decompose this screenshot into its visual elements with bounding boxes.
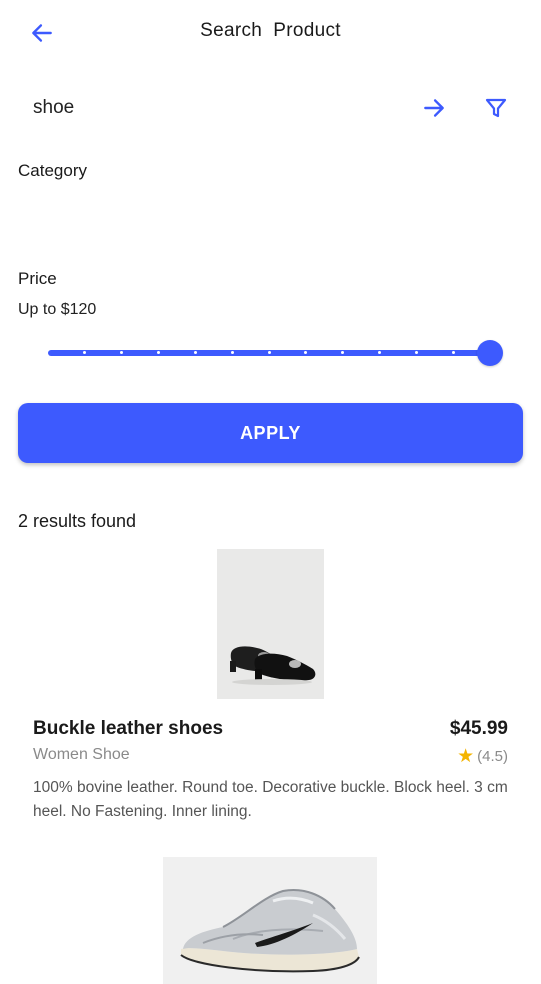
app-header: Search Product [0,0,541,66]
star-icon: ★ [457,746,475,767]
slider-tick [157,351,160,354]
filter-button[interactable] [480,92,512,124]
price-label: Price [18,269,57,288]
slider-thumb[interactable] [477,340,503,366]
slider-tick [378,351,381,354]
product-image[interactable] [217,549,324,699]
product-category: Women Shoe [33,746,130,763]
apply-button[interactable]: APPLY [18,403,523,463]
product-rating: ★ (4.5) [457,745,508,768]
product-name[interactable]: Buckle leather shoes [33,718,223,740]
search-bar [18,86,523,130]
arrow-right-icon [424,99,444,117]
slider-tick [267,351,271,354]
rating-value: (4.5) [477,748,508,765]
slider-tick [193,351,197,354]
product-description: 100% bovine leather. Round toe. Decorati… [33,779,508,820]
category-label: Category [18,161,87,180]
price-value-text: Up to $120 [18,301,97,318]
search-input[interactable] [18,86,413,130]
page-title: Search Product [200,20,341,41]
price-slider[interactable] [38,336,512,370]
slider-tick [451,351,455,354]
product-price: $45.99 [449,718,508,739]
filter-icon [485,98,507,118]
product-image[interactable] [163,857,377,984]
results-count: 2 results found [18,511,137,531]
slider-tick [230,351,234,354]
search-submit-button[interactable] [418,92,450,124]
slider-tick [414,351,418,354]
